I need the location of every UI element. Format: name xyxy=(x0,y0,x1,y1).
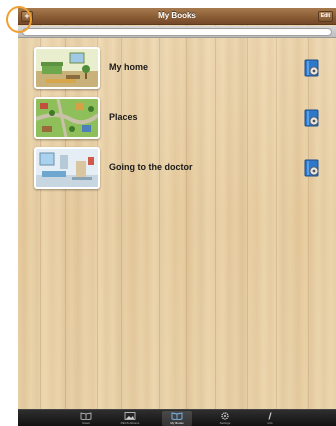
book-title: My home xyxy=(109,62,149,72)
book-title: Places xyxy=(109,112,138,122)
tab-label: PECS Albums xyxy=(120,421,140,425)
tab-settings[interactable]: Settings xyxy=(210,411,240,426)
tab-bar: Read PECS Albums My Books Settings Info xyxy=(18,409,336,426)
tab-label: Settings xyxy=(219,421,231,425)
tab-my-books[interactable]: My Books xyxy=(162,411,192,426)
book-settings-icon[interactable] xyxy=(304,159,320,177)
picture-icon xyxy=(124,412,136,420)
tab-info[interactable]: Info xyxy=(255,411,285,426)
book-settings-icon[interactable] xyxy=(304,59,320,77)
tab-read[interactable]: Read xyxy=(71,411,101,426)
list-item[interactable]: Places xyxy=(34,97,334,143)
page-title: My Books xyxy=(158,11,196,20)
book-thumbnail[interactable] xyxy=(34,47,100,89)
info-icon xyxy=(268,412,272,420)
list-item[interactable]: My home xyxy=(34,47,334,93)
list-item[interactable]: Going to the doctor xyxy=(34,147,334,193)
gear-icon xyxy=(221,412,229,420)
tab-label: Info xyxy=(267,421,273,425)
app-window: + My Books Edit My home Places Going to … xyxy=(18,8,336,426)
tab-pecs-albums[interactable]: PECS Albums xyxy=(115,411,145,426)
search-input[interactable] xyxy=(22,28,332,36)
highlight-circle xyxy=(6,6,32,33)
edit-button[interactable]: Edit xyxy=(318,11,333,22)
book-thumbnail[interactable] xyxy=(34,97,100,139)
living-room-illustration xyxy=(36,49,98,87)
town-map-illustration xyxy=(36,99,98,137)
book-title: Going to the doctor xyxy=(109,162,193,172)
books-icon xyxy=(171,412,183,420)
book-open-icon xyxy=(80,412,92,420)
search-bar xyxy=(18,26,336,38)
tab-label: Read xyxy=(82,421,90,425)
book-settings-icon[interactable] xyxy=(304,109,320,127)
tab-label: My Books xyxy=(170,421,184,425)
book-thumbnail[interactable] xyxy=(34,147,100,189)
doctor-office-illustration xyxy=(36,149,98,187)
navigation-bar: + My Books Edit xyxy=(18,8,336,25)
